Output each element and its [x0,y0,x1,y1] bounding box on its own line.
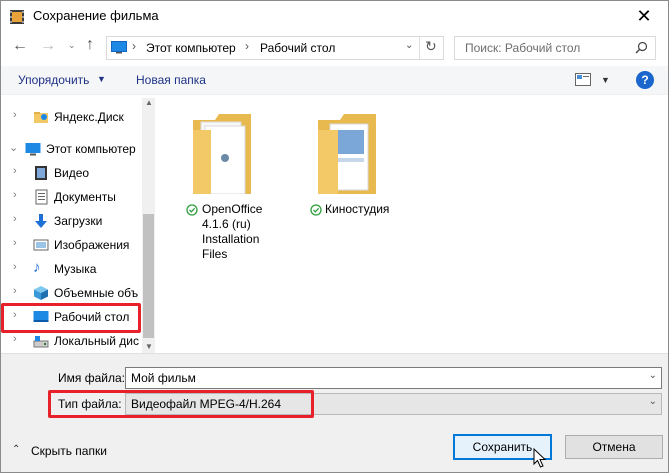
film-icon [10,10,24,24]
sidebar-item-label: Объемные объ [54,286,139,300]
breadcrumb-separator-icon: › [245,39,249,53]
highlight-filetype-annotation [48,390,314,418]
breadcrumb-this-pc[interactable]: Этот компьютер [146,41,236,55]
sidebar-item-label: Этот компьютер [46,142,136,156]
pictures-icon [33,239,49,251]
search-input[interactable]: Поиск: Рабочий стол [465,41,580,55]
filename-value[interactable]: Мой фильм [131,371,196,385]
sidebar-item-label: Локальный дис [54,334,139,348]
chevron-right-icon[interactable]: › [13,189,17,201]
file-name-line: Installation [202,232,260,246]
search-box[interactable]: Поиск: Рабочий стол [454,36,656,60]
chevron-down-icon[interactable]: ⌄ [649,370,657,381]
sync-ok-icon [186,204,198,216]
sidebar-item-yandex-disk[interactable]: › Яндекс.Диск [1,105,141,129]
chevron-right-icon[interactable]: › [13,261,17,273]
recent-locations-chevron-icon[interactable]: ⌄ [68,40,76,51]
sync-ok-icon [310,204,322,216]
mouse-cursor-icon [533,448,547,468]
window-title: Сохранение фильма [33,8,159,23]
breadcrumb-separator-icon: › [132,39,136,53]
folder-icon [193,114,251,194]
scroll-up-arrow-icon[interactable]: ▲ [145,98,153,107]
file-name: OpenOffice 4.1.6 (ru) Installation Files [202,202,262,262]
documents-icon [35,189,48,205]
search-icon[interactable] [635,41,648,54]
sidebar-item-label: Изображения [54,238,130,252]
nav-scrollbar-thumb[interactable] [143,214,154,338]
close-button[interactable]: ✕ [629,3,659,29]
sidebar-item-label: Яндекс.Диск [54,110,124,124]
chevron-right-icon[interactable]: › [13,285,17,297]
chevron-down-icon[interactable]: ⌄ [9,141,18,154]
sidebar-item-video[interactable]: › Видео [1,161,141,185]
sidebar-item-label: Музыка [54,262,97,276]
view-dropdown-icon[interactable]: ▼ [601,75,610,85]
hide-folders-button[interactable]: Скрыть папки [31,444,107,458]
scroll-down-arrow-icon[interactable]: ▼ [145,342,153,351]
file-name-line: Киностудия [325,202,390,216]
hard-drive-icon [33,336,49,348]
file-name-line: 4.1.6 (ru) [202,217,251,231]
download-arrow-icon [35,214,47,228]
back-arrow-icon[interactable]: ← [12,37,28,55]
chevron-down-icon[interactable]: ⌄ [649,396,657,407]
toolbar: Упорядочить ▼ Новая папка ▼ ? [1,66,668,95]
organize-dropdown-icon[interactable]: ▼ [97,74,106,84]
divider [419,37,420,59]
chevron-right-icon[interactable]: › [13,333,17,345]
sidebar-item-this-pc[interactable]: ⌄ Этот компьютер [1,137,141,161]
up-arrow-icon[interactable]: ↑ [86,36,94,54]
cube-icon [34,286,48,300]
new-folder-button[interactable]: Новая папка [136,73,206,87]
help-button[interactable]: ? [636,71,654,89]
sidebar-item-label: Документы [54,190,116,204]
filename-input[interactable]: Мой фильм ⌄ [125,367,662,389]
video-icon [35,166,47,180]
file-name: Киностудия [325,202,389,217]
file-name-line: OpenOffice [202,202,263,216]
sidebar-item-label: Загрузки [54,214,103,228]
sidebar-item-downloads[interactable]: › Загрузки [1,209,141,233]
chevron-right-icon[interactable]: › [13,213,17,225]
address-dropdown-chevron-icon[interactable]: ⌄ [405,40,413,51]
refresh-icon[interactable]: ↻ [425,38,437,55]
sidebar-item-pictures[interactable]: › Изображения [1,233,141,257]
breadcrumb-desktop[interactable]: Рабочий стол [260,41,335,55]
sidebar-item-documents[interactable]: › Документы [1,185,141,209]
monitor-icon [25,143,41,156]
folder-icon [318,114,376,194]
sidebar-item-3d-objects[interactable]: › Объемные объ [1,281,141,305]
organize-button[interactable]: Упорядочить [18,73,89,87]
chevron-up-icon[interactable]: ⌃ [12,444,20,455]
cloud-folder-icon [34,112,48,123]
chevron-right-icon[interactable]: › [13,237,17,249]
file-name-line: Files [202,247,228,261]
highlight-desktop-annotation [1,303,141,333]
chevron-right-icon[interactable]: › [13,109,17,121]
view-options-icon[interactable] [575,73,591,86]
sidebar-item-music[interactable]: › ♪ Музыка [1,257,141,281]
address-bar[interactable]: › Этот компьютер › Рабочий стол ⌄ ↻ [106,36,444,60]
sidebar-item-label: Видео [54,166,90,180]
forward-arrow-icon[interactable]: → [40,37,56,55]
chevron-right-icon[interactable]: › [13,165,17,177]
filename-label: Имя файла: [58,371,125,385]
title-bar: Сохранение фильма ✕ [1,1,668,31]
music-note-icon: ♪ [33,259,41,276]
monitor-icon [111,41,127,54]
cancel-button[interactable]: Отмена [565,435,663,459]
